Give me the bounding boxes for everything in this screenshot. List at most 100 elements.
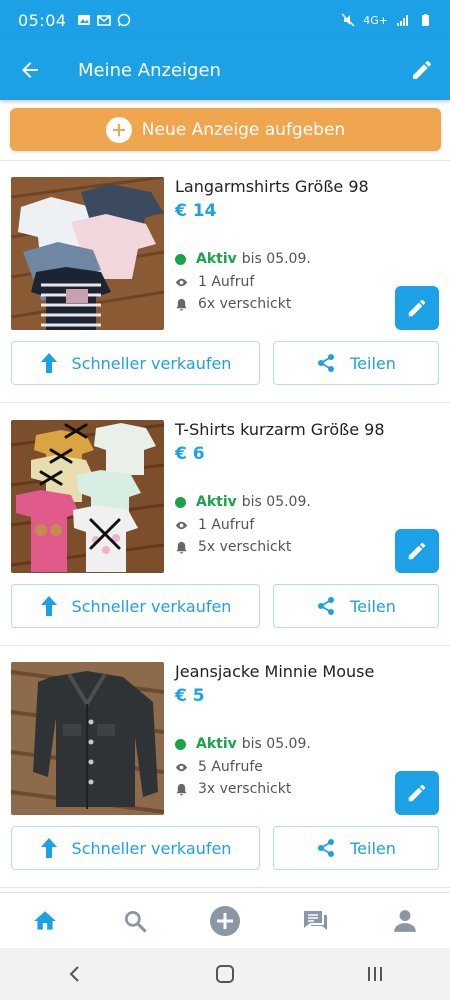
home-square-icon — [216, 965, 234, 983]
sent-count: 6x verschickt — [198, 296, 292, 312]
status-until: bis 05.09. — [241, 494, 311, 510]
views-count: 1 Aufruf — [198, 517, 255, 533]
eye-icon — [175, 763, 188, 771]
bottom-nav — [0, 892, 450, 948]
system-nav — [0, 948, 450, 1000]
views-count: 5 Aufrufe — [198, 759, 263, 775]
edit-listing-button[interactable] — [395, 529, 439, 573]
bell-icon — [176, 541, 187, 554]
whatsapp-icon — [117, 13, 130, 27]
listing-views: 1 Aufruf — [175, 517, 254, 533]
nav-messages[interactable] — [285, 893, 345, 949]
bell-icon — [176, 298, 187, 311]
nav-add[interactable] — [195, 893, 255, 949]
new-ad-label: Neue Anzeige aufgeben — [141, 119, 346, 140]
system-back-button[interactable] — [45, 948, 105, 1000]
boost-label: Schneller verkaufen — [71, 596, 232, 616]
listing-sent: 3x verschickt — [175, 781, 291, 797]
home-icon — [34, 910, 56, 930]
arrow-back-icon — [22, 62, 38, 78]
status-dot-icon — [175, 496, 186, 508]
listing-title[interactable]: Jeansjacke Minnie Mouse — [175, 662, 374, 681]
pencil-icon — [408, 542, 426, 560]
boost-button[interactable]: Schneller verkaufen — [11, 584, 260, 628]
listing-card: T-Shirts kurzarm Größe 98 € 6 Aktiv bis … — [0, 404, 450, 647]
listing-card: Langarmshirts Größe 98 € 14 Aktiv bis 05… — [0, 161, 450, 404]
boost-button[interactable]: Schneller verkaufen — [11, 826, 260, 870]
sent-count: 3x verschickt — [198, 781, 292, 797]
listing-price: € 6 — [175, 444, 205, 464]
share-button[interactable]: Teilen — [273, 341, 439, 385]
boost-label: Schneller verkaufen — [71, 353, 232, 373]
edit-button[interactable] — [394, 40, 450, 100]
listing-image[interactable] — [11, 662, 164, 815]
boost-button[interactable]: Schneller verkaufen — [11, 341, 260, 385]
boost-label: Schneller verkaufen — [71, 838, 232, 858]
listing-price: € 14 — [175, 201, 217, 221]
pencil-icon — [413, 61, 431, 79]
search-icon — [124, 910, 147, 932]
views-count: 1 Aufruf — [198, 274, 255, 290]
status-dot-icon — [175, 738, 186, 750]
listing-status: Aktiv bis 05.09. — [175, 251, 311, 267]
share-icon — [318, 597, 335, 615]
arrow-up-icon — [40, 838, 57, 858]
new-ad-button[interactable]: Neue Anzeige aufgeben — [10, 108, 441, 151]
share-icon — [318, 354, 335, 372]
sent-count: 5x verschickt — [198, 539, 292, 555]
plus-icon — [105, 116, 132, 143]
nav-profile[interactable] — [375, 893, 435, 949]
pencil-icon — [408, 784, 426, 802]
listing-title[interactable]: Langarmshirts Größe 98 — [175, 177, 369, 196]
status-label: Aktiv — [196, 736, 237, 752]
arrow-up-icon — [40, 596, 57, 616]
listing-status: Aktiv bis 05.09. — [175, 736, 311, 752]
signal-icon — [397, 15, 408, 26]
system-home-button[interactable] — [195, 948, 255, 1000]
listing-image[interactable] — [11, 177, 164, 330]
gallery-icon — [77, 15, 90, 25]
share-label: Teilen — [350, 353, 396, 373]
divider — [0, 402, 450, 403]
edit-listing-button[interactable] — [395, 286, 439, 330]
nav-search[interactable] — [105, 893, 165, 949]
share-button[interactable]: Teilen — [273, 584, 439, 628]
page-title: Meine Anzeigen — [78, 59, 221, 81]
share-icon — [318, 839, 335, 857]
listing-sent: 5x verschickt — [175, 539, 291, 555]
mail-icon — [96, 15, 111, 26]
share-label: Teilen — [350, 838, 396, 858]
status-bar: 05:04 4G+ — [0, 0, 450, 40]
notification-icons — [77, 13, 131, 27]
listing-image[interactable] — [11, 420, 164, 573]
listing-sent: 6x verschickt — [175, 296, 291, 312]
mute-icon — [341, 13, 355, 27]
eye-icon — [175, 278, 188, 286]
back-button[interactable] — [0, 40, 60, 100]
edit-listing-button[interactable] — [395, 771, 439, 815]
chevron-left-icon — [69, 966, 79, 982]
pencil-icon — [408, 299, 426, 317]
status-label: Aktiv — [196, 494, 237, 510]
recents-icon — [368, 967, 382, 981]
bell-icon — [176, 783, 187, 796]
listing-title[interactable]: T-Shirts kurzarm Größe 98 — [175, 420, 385, 439]
add-circle-icon — [210, 905, 240, 936]
system-status: 4G+ — [341, 13, 432, 27]
status-time: 05:04 — [18, 10, 67, 30]
arrow-up-icon — [40, 353, 57, 373]
status-until: bis 05.09. — [241, 251, 311, 267]
listing-views: 5 Aufrufe — [175, 759, 263, 775]
network-label: 4G+ — [363, 13, 388, 27]
share-label: Teilen — [350, 596, 396, 616]
share-button[interactable]: Teilen — [273, 826, 439, 870]
person-icon — [394, 909, 416, 932]
status-until: bis 05.09. — [241, 736, 311, 752]
listing-views: 1 Aufruf — [175, 274, 254, 290]
divider — [0, 887, 450, 888]
battery-icon — [422, 14, 429, 26]
listing-card: Jeansjacke Minnie Mouse € 5 Aktiv bis 05… — [0, 646, 450, 889]
nav-home[interactable] — [15, 893, 75, 949]
eye-icon — [175, 521, 188, 529]
system-recents-button[interactable] — [345, 948, 405, 1000]
